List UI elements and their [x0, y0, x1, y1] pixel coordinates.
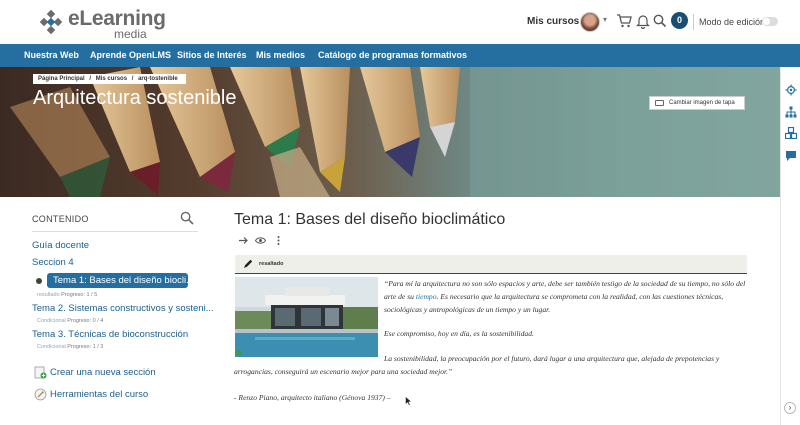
progress-text: Progreso: 0 / 4	[67, 318, 104, 324]
index-item-tema-3[interactable]: Tema 3. Técnicas de bioconstrucción	[32, 329, 188, 340]
nav-item-sitios-interes[interactable]: Sitios de Interés	[177, 50, 247, 60]
chevron-right-icon[interactable]: ›	[784, 402, 796, 414]
logo-mark-icon	[39, 9, 63, 35]
more-vertical-icon[interactable]	[273, 235, 284, 246]
search-icon[interactable]	[652, 13, 668, 29]
course-index-heading: CONTENIDO	[32, 214, 89, 224]
pen-icon	[244, 259, 253, 268]
index-item-meta: Condicional Progreso: 0 / 4	[37, 318, 103, 324]
camera-icon	[655, 100, 664, 106]
completion-tag: resultado	[37, 292, 60, 298]
nav-item-mis-medios[interactable]: Mis medios	[256, 50, 305, 60]
gear-icon[interactable]	[785, 84, 797, 96]
index-item-meta: resultado Progreso: 1 / 5	[37, 292, 97, 298]
avatar[interactable]	[580, 12, 600, 32]
breadcrumb-sep: /	[131, 76, 134, 82]
add-section-icon	[34, 366, 47, 379]
change-cover-label: Cambiar imagen de tapa	[669, 100, 735, 106]
nav-item-nuestra-web[interactable]: Nuestra Web	[24, 50, 79, 60]
index-item-guia-docente[interactable]: Guía docente	[32, 240, 89, 251]
course-header: Página Principal / Mis cursos / arq-tost…	[0, 67, 780, 197]
nav-item-aprende-openlms[interactable]: Aprende OpenLMS	[90, 50, 171, 60]
divider	[235, 273, 747, 274]
change-cover-button[interactable]: Cambiar imagen de tapa	[649, 96, 745, 110]
search-icon[interactable]	[180, 211, 194, 225]
top-bar: eLearning media Mis cursos ▾ 0 Modo de e…	[0, 0, 800, 44]
progress-text: Progreso: 1 / 3	[67, 344, 104, 350]
edit-mode-toggle[interactable]	[762, 17, 778, 26]
current-dot-icon	[36, 278, 42, 284]
breadcrumb-my-courses[interactable]: Mis cursos	[96, 76, 127, 82]
completion-tag: Condicional	[37, 344, 66, 350]
index-item-tema-1[interactable]: Tema 1: Bases del diseño biocli...	[47, 273, 188, 288]
index-item-meta: Condicional Progreso: 1 / 3	[37, 344, 103, 350]
index-item-seccion-4[interactable]: Seccion 4	[32, 257, 74, 268]
index-item-tema-2[interactable]: Tema 2. Sistemas constructivos y sosteni…	[32, 303, 214, 314]
breadcrumb-course[interactable]: arq-tostenible	[138, 76, 178, 82]
site-logo[interactable]: eLearning media	[38, 7, 168, 41]
page-title: Arquitectura sostenible	[33, 87, 237, 109]
quote-paragraph: Ese compromiso, hoy en día, es la sosten…	[384, 329, 534, 338]
eye-icon[interactable]	[255, 235, 266, 246]
sitemap-icon[interactable]	[785, 106, 797, 118]
my-courses-link[interactable]: Mis cursos	[527, 16, 579, 27]
house-image	[235, 277, 378, 357]
blocks-icon[interactable]	[785, 127, 797, 139]
breadcrumb-sep: /	[89, 76, 92, 82]
create-section-link[interactable]: Crear una nueva sección	[50, 367, 156, 378]
breadcrumb: Página Principal / Mis cursos / arq-tost…	[33, 74, 186, 84]
bell-icon[interactable]	[635, 13, 651, 29]
cart-icon[interactable]	[616, 13, 632, 29]
quote-paragraph: “Para mí la arquitectura no son sólo esp…	[384, 277, 746, 316]
course-tools-link[interactable]: Herramientas del curso	[50, 389, 148, 400]
quote-paragraph: La sostenibilidad, la preocupación por e…	[234, 354, 720, 376]
mouse-cursor-icon	[405, 396, 413, 406]
chat-icon[interactable]	[785, 150, 797, 162]
main-nav: Nuestra Web Aprende OpenLMS Sitios de In…	[0, 44, 800, 67]
arrow-right-icon[interactable]	[238, 235, 249, 246]
breadcrumb-home[interactable]: Página Principal	[38, 76, 85, 82]
logo-subtext: media	[114, 27, 147, 41]
tools-icon	[34, 388, 47, 401]
divider	[32, 231, 198, 232]
edit-mode-label: Modo de edición	[699, 17, 766, 27]
tag-label: resaltado	[259, 261, 284, 267]
right-drawer-rail: ›	[780, 67, 800, 425]
messages-badge[interactable]: 0	[671, 12, 688, 29]
divider	[693, 14, 694, 30]
tiempo-link[interactable]: tiempo	[416, 292, 437, 301]
chevron-down-icon[interactable]: ▾	[603, 15, 607, 24]
completion-tag: Condicional	[37, 318, 66, 324]
section-title: Tema 1: Bases del diseño bioclimático	[234, 211, 506, 228]
highlight-tag-bar: resaltado	[235, 255, 747, 273]
nav-item-catalogo[interactable]: Catálogo de programas formativos	[318, 50, 467, 60]
quote-attribution: - Renzo Piano, arquitecto italiano (Géno…	[234, 393, 391, 402]
progress-text: Progreso: 1 / 5	[61, 292, 98, 298]
